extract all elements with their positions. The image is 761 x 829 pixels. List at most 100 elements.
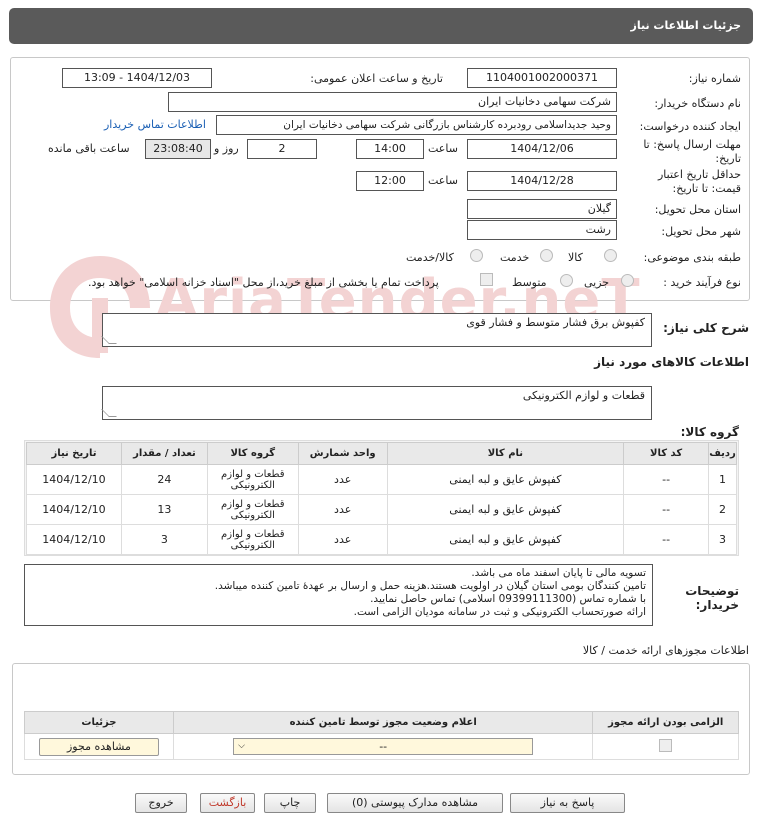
province-field: گیلان: [467, 199, 617, 219]
buyer-notes-label-2: خریدار:: [695, 598, 739, 612]
buyer-contact-link[interactable]: اطلاعات تماس خریدار: [104, 118, 206, 131]
cell-qty: 3: [120, 524, 208, 555]
cell-required: [592, 733, 739, 760]
remaining-label: ساعت باقی مانده: [48, 142, 130, 155]
col-row: ردیف: [708, 442, 737, 465]
deadline-time-label: ساعت: [428, 142, 458, 155]
required-checkbox[interactable]: [659, 738, 673, 752]
cell-row: 1: [708, 464, 737, 495]
summary-textarea[interactable]: کفپوش برق فشار متوسط و فشار قوی: [101, 313, 652, 347]
permits-title: اطلاعات مجوزهای ارائه خدمت / کالا: [582, 644, 749, 657]
goods-table: ردیف کد کالا نام کالا واحد شمارش گروه کا…: [26, 442, 737, 555]
permit-status-value: --: [379, 740, 388, 753]
permits-table: الزامی بودن ارائه مجوز اعلام وضعیت مجوز …: [24, 711, 739, 760]
treasury-note: پرداخت تمام یا بخشی از مبلغ خرید،از محل …: [88, 276, 439, 289]
category-service-radio[interactable]: [540, 249, 553, 262]
province-label: استان محل تحویل:: [654, 203, 741, 216]
table-row: 3 -- کفپوش عایق و لبه ایمنی عدد قطعات و …: [26, 524, 737, 555]
cell-row: 3: [708, 524, 737, 555]
cell-unit: عدد: [297, 524, 388, 555]
category-label: طبقه بندی موضوعی:: [643, 251, 741, 264]
page-title: جزئیات اطلاعات نیاز: [9, 8, 753, 44]
days-label: روز و: [214, 142, 239, 155]
days-field: 2: [247, 139, 317, 159]
buyer-notes-line: ارائه صورتحساب الکترونیکی و ثبت در سامان…: [353, 606, 646, 618]
category-goods-label: کالا: [568, 251, 583, 264]
col-required: الزامی بودن ارائه مجوز: [592, 711, 739, 734]
deadline-label: مهلت ارسال پاسخ: تا: [643, 138, 741, 151]
creator-label: ایجاد کننده درخواست:: [639, 120, 741, 133]
attachments-button[interactable]: مشاهده مدارک پیوستی (0): [327, 793, 503, 813]
permits-table-header: الزامی بودن ارائه مجوز اعلام وضعیت مجوز …: [24, 711, 739, 734]
goods-group-textarea[interactable]: قطعات و لوازم الکترونیکی: [101, 386, 652, 420]
summary-label: شرح کلی نیاز:: [663, 321, 749, 335]
col-name: نام کالا: [386, 442, 625, 465]
category-both-label: کالا/خدمت: [406, 251, 454, 264]
buyer-notes-line: تسویه مالی تا پایان اسفند ماه می باشد.: [471, 567, 646, 579]
cell-unit: عدد: [297, 494, 388, 525]
process-medium-radio[interactable]: [560, 274, 573, 287]
cell-name: کفپوش عایق و لبه ایمنی: [386, 524, 625, 555]
validity-time-label: ساعت: [428, 174, 458, 187]
cell-name: کفپوش عایق و لبه ایمنی: [386, 464, 625, 495]
col-code: کد کالا: [623, 442, 710, 465]
watermark-emblem-icon: [50, 256, 150, 358]
cell-code: --: [623, 464, 710, 495]
table-row: 1 -- کفپوش عایق و لبه ایمنی عدد قطعات و …: [26, 464, 737, 495]
buyer-notes-line: تامین کنندگان بومی استان گیلان در اولویت…: [214, 580, 646, 592]
deadline-label-2: تاریخ:: [715, 152, 741, 165]
permit-status-select[interactable]: -- ⌵: [233, 738, 534, 755]
validity-label: حداقل تاریخ اعتبار: [657, 168, 741, 181]
category-goods-radio[interactable]: [604, 249, 617, 262]
creator-field: وحید جدیداسلامی رودبرده کارشناس بازرگانی…: [216, 115, 617, 135]
treasury-checkbox[interactable]: [480, 273, 493, 286]
view-permit-button[interactable]: مشاهده مجوز: [38, 737, 159, 756]
cell-status: -- ⌵: [172, 733, 594, 760]
resize-handle-icon[interactable]: [101, 336, 117, 344]
validity-date-field: 1404/12/28: [467, 171, 617, 191]
buyer-label: نام دستگاه خریدار:: [654, 97, 741, 110]
goods-info-title: اطلاعات کالاهای مورد نیاز: [594, 355, 749, 369]
buyer-notes-label: توضیحات: [685, 584, 739, 598]
table-row: -- ⌵ مشاهده مجوز: [24, 733, 739, 760]
col-unit: واحد شمارش: [297, 442, 388, 465]
cell-unit: عدد: [297, 464, 388, 495]
category-both-radio[interactable]: [470, 249, 483, 262]
col-details: جزئیات: [24, 711, 174, 734]
cell-group: قطعات و لوازم الکترونیکی: [206, 464, 299, 495]
process-small-label: جزیی: [584, 276, 610, 289]
resize-handle-icon[interactable]: [101, 409, 117, 417]
remaining-time-field: 23:08:40: [145, 139, 211, 159]
validity-label-2: قیمت: تا تاریخ:: [672, 182, 741, 195]
cell-details: مشاهده مجوز: [24, 733, 174, 760]
exit-button[interactable]: خروج: [135, 793, 187, 813]
announce-label: تاریخ و ساعت اعلان عمومی:: [310, 72, 443, 85]
print-button[interactable]: چاپ: [264, 793, 316, 813]
need-number-label: شماره نیاز:: [688, 72, 741, 85]
goods-group-text: قطعات و لوازم الکترونیکی: [522, 389, 645, 402]
process-medium-label: متوسط: [512, 276, 547, 289]
cell-row: 2: [708, 494, 737, 525]
goods-table-header: ردیف کد کالا نام کالا واحد شمارش گروه کا…: [26, 442, 737, 465]
table-row: 2 -- کفپوش عایق و لبه ایمنی عدد قطعات و …: [26, 494, 737, 525]
col-qty: تعداد / مقدار: [120, 442, 208, 465]
back-button[interactable]: بازگشت: [200, 793, 255, 813]
process-label: نوع فرآیند خرید :: [663, 276, 741, 289]
deadline-time-field: 14:00: [356, 139, 424, 159]
city-label: شهر محل تحویل:: [661, 225, 741, 238]
process-small-radio[interactable]: [621, 274, 634, 287]
reply-button[interactable]: پاسخ به نیاز: [510, 793, 625, 813]
validity-time-field: 12:00: [356, 171, 424, 191]
deadline-date-field: 1404/12/06: [467, 139, 617, 159]
summary-text: کفپوش برق فشار متوسط و فشار قوی: [466, 316, 645, 329]
chevron-down-icon: ⌵: [238, 741, 245, 751]
cell-group: قطعات و لوازم الکترونیکی: [206, 524, 299, 555]
cell-group: قطعات و لوازم الکترونیکی: [206, 494, 299, 525]
cell-date: 1404/12/10: [26, 464, 122, 495]
buyer-notes-textarea[interactable]: تسویه مالی تا پایان اسفند ماه می باشد. ت…: [24, 564, 653, 626]
need-number-field: 1104001002000371: [467, 68, 617, 88]
cell-date: 1404/12/10: [26, 524, 122, 555]
buyer-field: شرکت سهامی دخانیات ایران: [168, 92, 617, 112]
watermark-logo: AriaTender.neT: [35, 248, 725, 368]
col-group: گروه کالا: [206, 442, 299, 465]
